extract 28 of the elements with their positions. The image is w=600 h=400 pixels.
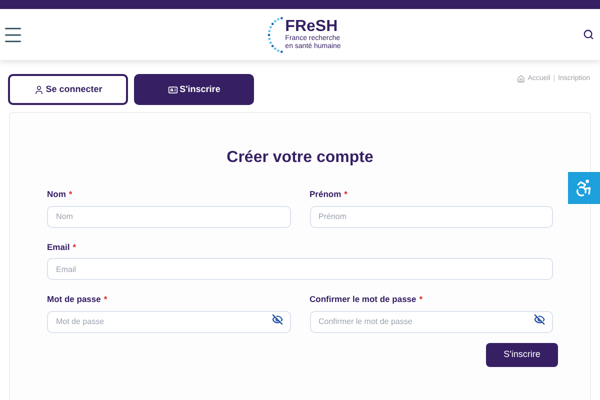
logo-title: FReSH [285,18,339,34]
submit-button[interactable]: S'inscrire [486,342,558,366]
field-label: Nom [47,189,66,199]
input-field[interactable]: Confirmer le mot de passe [310,310,553,332]
form-title: Créer votre compte [226,148,374,168]
accessibility-button[interactable] [568,172,600,204]
input-field[interactable]: Prénom [310,206,553,228]
id-card-icon [168,84,178,94]
tab[interactable]: Se connecter [8,74,128,105]
logo-dots-icon [266,14,284,54]
input-field[interactable]: Mot de passe [47,310,290,332]
eye-off-icon[interactable] [534,314,545,324]
required-mark: * [68,189,72,199]
field-label: Prénom [310,189,342,199]
required-mark: * [419,294,423,304]
user-icon [34,84,44,94]
tab[interactable]: S'inscrire [134,74,254,105]
input-field[interactable]: Email [47,258,553,280]
required-mark: * [104,294,108,304]
home-icon [516,75,525,83]
required-mark: * [344,189,348,199]
required-mark: * [72,242,76,252]
search-icon[interactable] [583,29,594,40]
eye-off-icon[interactable] [272,314,282,324]
field-label: Email [47,242,70,252]
field-label: Confirmer le mot de passe [310,294,416,304]
input-field[interactable]: Nom [47,206,290,228]
field-label: Mot de passe [47,294,101,304]
